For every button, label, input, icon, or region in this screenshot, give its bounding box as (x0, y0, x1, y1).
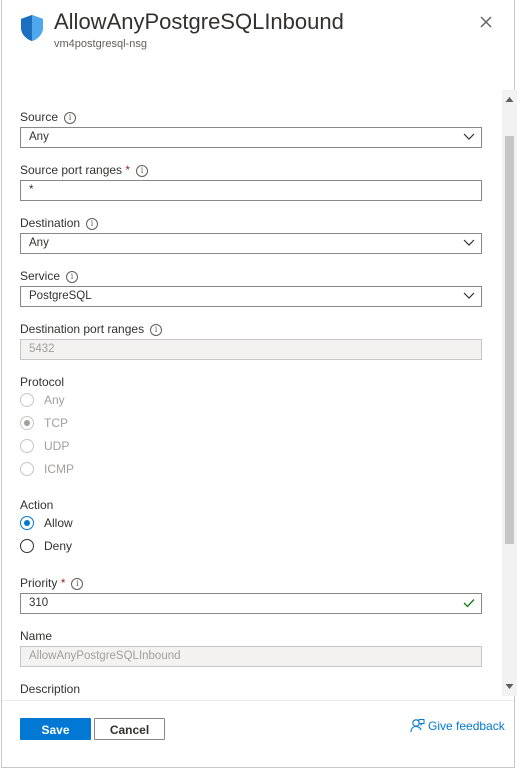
chevron-down-icon (463, 239, 475, 246)
source-label: Source i (20, 110, 77, 124)
feedback-icon (410, 719, 425, 733)
cancel-button[interactable]: Cancel (94, 718, 165, 740)
destination-port-ranges-input: 5432 (20, 339, 482, 360)
page-title: AllowAnyPostgreSQLInbound (54, 9, 344, 34)
name-label: Name (20, 629, 53, 643)
checkmark-icon (463, 599, 475, 608)
page-subtitle: vm4postgresql-nsg (54, 38, 147, 50)
service-label: Service i (20, 269, 79, 283)
panel-header: AllowAnyPostgreSQLInbound vm4postgresql-… (2, 0, 514, 88)
rule-edit-panel: AllowAnyPostgreSQLInbound vm4postgresql-… (1, 0, 517, 769)
info-icon[interactable]: i (64, 112, 77, 124)
chevron-down-icon (463, 292, 475, 299)
source-select[interactable]: Any (20, 127, 482, 148)
destination-port-ranges-label: Destination port ranges i (20, 322, 163, 336)
destination-label: Destination i (20, 216, 99, 230)
protocol-label: Protocol (20, 375, 65, 389)
radio-button (20, 416, 34, 430)
priority-label: Priority * i (20, 576, 84, 590)
source-port-ranges-input[interactable]: * (20, 180, 482, 201)
radio-button (20, 439, 34, 453)
info-icon[interactable]: i (71, 578, 84, 590)
priority-input[interactable]: 310 (20, 593, 482, 614)
scrollbar-thumb[interactable] (505, 136, 514, 544)
info-icon[interactable]: i (150, 324, 163, 336)
scroll-up-icon[interactable] (505, 95, 514, 103)
give-feedback-link[interactable]: Give feedback (410, 718, 505, 733)
name-input: AllowAnyPostgreSQLInbound (20, 646, 482, 667)
shield-icon (21, 15, 43, 41)
chevron-down-icon (463, 133, 475, 140)
save-button[interactable]: Save (20, 718, 91, 740)
info-icon[interactable]: i (86, 218, 99, 230)
scroll-down-icon[interactable] (505, 683, 514, 691)
vertical-scrollbar[interactable] (502, 90, 517, 696)
info-icon[interactable]: i (136, 165, 149, 177)
radio-button[interactable] (20, 516, 34, 530)
close-icon[interactable] (474, 10, 498, 34)
form-content: Source i Any Source port ranges * i * Dest… (2, 88, 502, 698)
info-icon[interactable]: i (66, 271, 79, 283)
radio-button (20, 462, 34, 476)
radio-button[interactable] (20, 539, 34, 553)
panel-footer: Save Cancel Give feedback (2, 700, 514, 769)
service-select[interactable]: PostgreSQL (20, 286, 482, 307)
source-port-ranges-label: Source port ranges * i (20, 163, 149, 177)
description-label: Description (20, 682, 81, 696)
action-label: Action (20, 498, 54, 512)
radio-button (20, 393, 34, 407)
destination-select[interactable]: Any (20, 233, 482, 254)
